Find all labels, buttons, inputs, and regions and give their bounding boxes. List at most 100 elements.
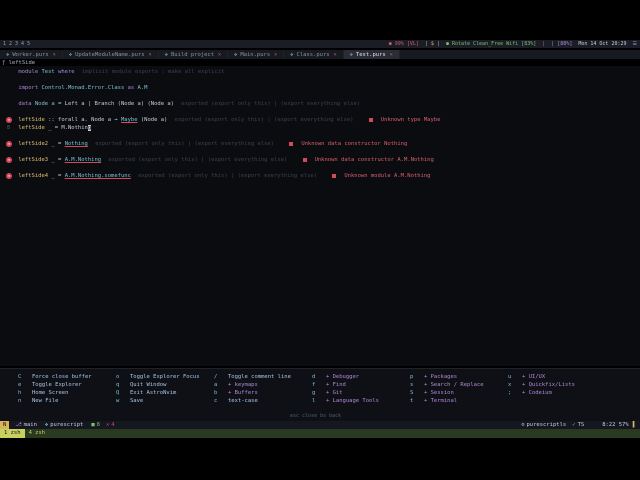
lsp-client[interactable]: purescriptls [527, 422, 567, 428]
diagnostic-message: Unknown type Maybe [368, 117, 440, 123]
code-line[interactable]: ✕ leftSide4 _ = A.M.Nothing.somefunc exp… [0, 172, 640, 180]
which-key-column: p + Packages s + Search / Replace S + Sessi… [410, 373, 484, 405]
file-type-icon: ❖ [44, 422, 49, 428]
error-icon[interactable]: ✕ [6, 116, 12, 123]
letterbox-bottom [0, 440, 640, 480]
tmux-window-bar: 1 zsh 4 zsh [0, 429, 640, 438]
scroll-indicator-icon: ▌ [632, 422, 636, 428]
which-key-panel: C Force close buffer e Toggle Explorer h Ho… [0, 368, 640, 424]
code-line[interactable]: module Test where implicit module export… [0, 68, 640, 76]
tmux-status-bar: 1 2 3 4 5 ● 99% [VL] | $ | ● Rotate Clea… [0, 40, 640, 48]
file-icon: ❖ [234, 51, 238, 58]
code-lens-hint[interactable]: exported (export only this) | (export ev… [181, 101, 360, 107]
mode-indicator: N [0, 421, 10, 429]
code-editor[interactable]: module Test where implicit module export… [0, 66, 640, 366]
code-lens-hint[interactable]: exported (export only this) | (export ev… [108, 157, 287, 163]
error-square-icon [302, 157, 307, 162]
code-lens-hint[interactable]: exported (export only this) | (export ev… [175, 117, 354, 123]
git-branch-icon: ⎇ [15, 422, 22, 428]
error-icon[interactable]: ✕ [6, 140, 12, 147]
which-key-item[interactable]: n New File [18, 397, 92, 405]
which-key-item[interactable]: u + UI/UX [508, 373, 575, 381]
code-lens-hint[interactable]: exported (export only this) | (export ev… [95, 141, 274, 147]
close-icon[interactable]: × [334, 52, 337, 58]
file-icon: ❖ [164, 51, 168, 58]
which-key-item[interactable]: h Home Screen [18, 389, 92, 397]
code-line[interactable]: ✕ leftSide2 _ = Nothing exported (export… [0, 140, 640, 148]
tmux-window-list[interactable]: 1 2 3 4 5 [0, 40, 33, 48]
tmux-segment: | [542, 41, 546, 47]
tab-test[interactable]: ❖ Test.purs × [343, 50, 400, 59]
diff-added-count: 8 [96, 422, 100, 428]
which-key-item[interactable]: e Toggle Explorer [18, 381, 92, 389]
battery-indicator: ● 99% [VL] [388, 41, 419, 47]
which-key-item[interactable]: ; + Codeium [508, 389, 575, 397]
error-square-icon [289, 141, 294, 146]
which-key-item[interactable]: l + Language Tools [312, 397, 379, 405]
cpu-indicator: | [88%] [551, 41, 573, 47]
letterbox-top [0, 0, 640, 40]
error-icon[interactable]: ✕ [6, 156, 12, 163]
close-icon[interactable]: × [149, 52, 152, 58]
which-key-item[interactable]: o Toggle Explorer Focus [116, 373, 200, 381]
which-key-item[interactable]: c text-case [214, 397, 291, 405]
git-branch[interactable]: main [24, 422, 37, 428]
code-line-current[interactable]: 8 leftSide _ = M.Nothing [0, 124, 640, 132]
which-key-item[interactable]: Q Exit AstroNvim [116, 389, 200, 397]
code-line[interactable]: ✕ leftSide3 _ = A.M.Nothing exported (ex… [0, 156, 640, 164]
which-key-item[interactable]: d + Debugger [312, 373, 379, 381]
which-key-item[interactable]: S + Session [410, 389, 484, 397]
code-line[interactable]: import Control.Monad.Error.Class as A.M [0, 84, 640, 92]
which-key-item[interactable]: q Quit Window [116, 381, 200, 389]
close-icon[interactable]: × [390, 52, 393, 58]
error-icon: ✕ [105, 422, 110, 428]
which-key-column: C Force close buffer e Toggle Explorer h Ho… [18, 373, 92, 405]
code-lens-hint[interactable]: implicit module exports : make all expli… [82, 69, 224, 75]
tab-class[interactable]: ❖ Class.purs × [284, 50, 344, 59]
tmux-segment: | $ | [424, 41, 440, 47]
diagnostic-message: Unknown data constructor A.M.Nothing [302, 157, 434, 163]
close-icon[interactable]: × [53, 52, 56, 58]
close-icon[interactable]: × [218, 52, 221, 58]
which-key-column: u + UI/UX x + Quickfix/Lists ; + Codeium [508, 373, 575, 397]
which-key-item[interactable]: p + Packages [410, 373, 484, 381]
which-key-item[interactable]: C Force close buffer [18, 373, 92, 381]
which-key-item[interactable]: g + Git [312, 389, 379, 397]
which-key-column: d + Debugger f + Find g + Git l + Language T… [312, 373, 379, 405]
diagnostic-message: Unknown module A.M.Nothing [332, 173, 430, 179]
clock: Mon 14 Oct 20:29 [578, 41, 627, 47]
which-key-item[interactable]: a + keymaps [214, 381, 291, 389]
tab-update-module-name[interactable]: ❖ UpdateModuleName.purs × [63, 50, 159, 59]
text-cursor: g [87, 125, 92, 131]
file-icon: ❖ [290, 51, 294, 58]
file-icon: ❖ [349, 51, 353, 58]
code-lens-hint[interactable]: exported (export only this) | (export ev… [138, 173, 317, 179]
statusline: N ⎇ main ❖ purescript ■ 8 ✕ 4 ⚙ purescri… [0, 421, 640, 429]
error-square-icon [368, 117, 373, 122]
treesitter-icon: ✓ [572, 422, 576, 428]
tmux-window-1[interactable]: 1 zsh [0, 429, 25, 438]
which-key-item[interactable]: / Toggle comment line [214, 373, 291, 381]
which-key-item[interactable]: b + Buffers [214, 389, 291, 397]
diff-added-icon: ■ [91, 422, 95, 428]
code-line[interactable]: data Node a = Left a | Branch (Node a) (… [0, 100, 640, 108]
which-key-item[interactable]: w Save [116, 397, 200, 405]
tab-main[interactable]: ❖ Main.purs × [228, 50, 285, 59]
lsp-icon: ⚙ [521, 422, 525, 428]
which-key-item[interactable]: f + Find [312, 381, 379, 389]
tab-worker[interactable]: ❖ Worker.purs × [0, 50, 63, 59]
tmux-window-4[interactable]: 4 zsh [25, 429, 50, 438]
which-key-item[interactable]: t + Terminal [410, 397, 484, 405]
error-count[interactable]: 4 [111, 422, 114, 428]
error-icon[interactable]: ✕ [6, 172, 12, 179]
close-icon[interactable]: × [274, 52, 277, 58]
which-key-item[interactable]: s + Search / Replace [410, 381, 484, 389]
error-square-icon [332, 173, 337, 178]
file-icon: ❖ [68, 51, 73, 58]
which-key-item[interactable]: x + Quickfix/Lists [508, 381, 575, 389]
code-line[interactable]: ✕ leftSide :: forall a. Node a → Maybe (… [0, 116, 640, 124]
menu-icon[interactable]: ☰ [630, 40, 640, 48]
treesitter-status: TS [577, 422, 585, 428]
tab-build-project[interactable]: ❖ Build project × [159, 50, 229, 59]
which-key-footer: esc close bs back [290, 413, 342, 419]
